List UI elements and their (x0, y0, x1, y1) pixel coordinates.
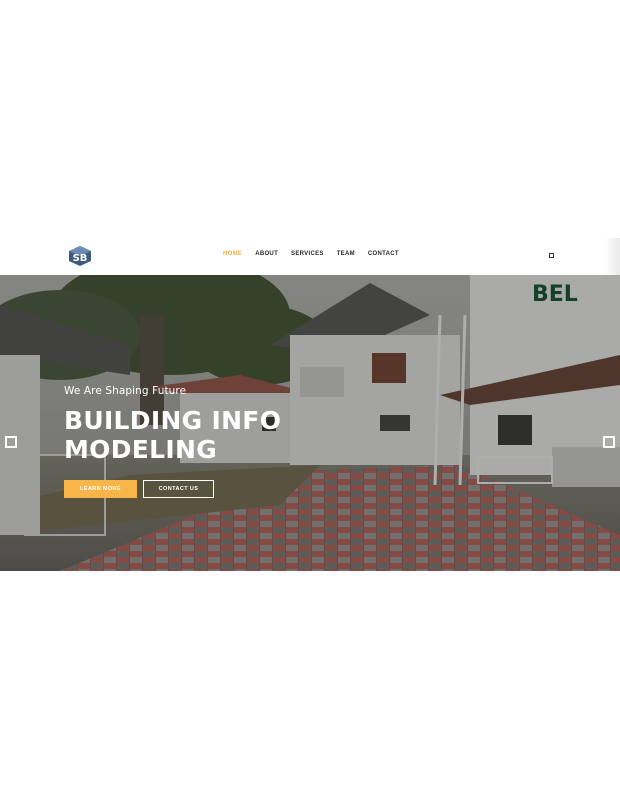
hero-headline: BUILDING INFO MODELING (64, 406, 281, 464)
next-arrow-icon[interactable] (603, 436, 615, 448)
hero-headline-line2: MODELING (64, 435, 218, 464)
nav-item-team[interactable]: TEAM (337, 251, 355, 257)
header-edge-shadow (604, 238, 620, 275)
contact-us-button[interactable]: CONTACT US (143, 480, 214, 498)
hero-headline-line1: BUILDING INFO (64, 406, 282, 435)
hero-subtitle: We Are Shaping Future (64, 385, 187, 397)
svg-text:SB: SB (73, 253, 88, 264)
site-header: SB HOME ABOUT SERVICES TEAM CONTACT (0, 238, 620, 276)
sb-logo[interactable]: SB (69, 246, 91, 266)
menu-square-icon[interactable] (549, 253, 554, 258)
page: SB HOME ABOUT SERVICES TEAM CONTACT BEL … (0, 0, 620, 810)
main-nav: HOME ABOUT SERVICES TEAM CONTACT (223, 251, 412, 257)
nav-item-home[interactable]: HOME (223, 251, 242, 257)
learn-more-button[interactable]: LEARN MORE (64, 480, 137, 498)
prev-arrow-icon[interactable] (5, 436, 17, 448)
nav-item-contact[interactable]: CONTACT (368, 251, 399, 257)
nav-item-services[interactable]: SERVICES (291, 251, 324, 257)
nav-item-about[interactable]: ABOUT (255, 251, 278, 257)
hero-slider: BEL We Are Shaping Future BUILDING INFO … (0, 275, 620, 571)
